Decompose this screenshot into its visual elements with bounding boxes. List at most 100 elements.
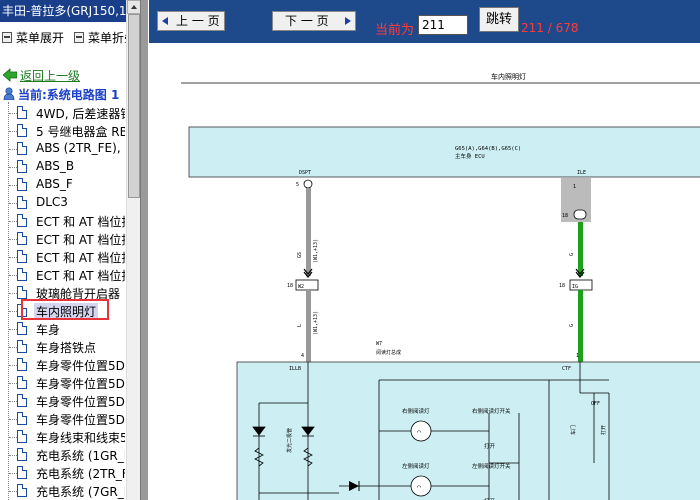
ctf-label: CTF bbox=[562, 366, 571, 372]
tree-item[interactable]: ABS_B bbox=[0, 158, 125, 176]
tree-item-label: 车身零件位置5DR bbox=[36, 359, 125, 373]
panel-splitter[interactable] bbox=[140, 0, 148, 500]
tree-branch-line bbox=[9, 329, 17, 330]
prev-page-button[interactable]: 上 一 页 bbox=[157, 11, 225, 31]
tree-item[interactable]: 车身 bbox=[0, 320, 125, 338]
document-icon bbox=[17, 196, 27, 209]
dspt-terminal bbox=[303, 179, 313, 189]
diagram-title: 车内照明灯 bbox=[491, 72, 526, 81]
menu-scrollbar[interactable] bbox=[126, 0, 141, 500]
document-icon bbox=[17, 160, 27, 173]
document-icon bbox=[17, 448, 27, 461]
tree-item[interactable]: 5 号继电器盒 RBM bbox=[0, 122, 125, 140]
tree-item[interactable]: 4WD, 后差速器锁 bbox=[0, 104, 125, 122]
tree-branch-line bbox=[9, 257, 17, 258]
tree-item[interactable]: 车身零件位置5DR bbox=[0, 410, 125, 428]
tree-branch-line bbox=[9, 275, 17, 276]
tree-item-label: 充电系统 (2TR_F bbox=[36, 467, 125, 481]
document-icon bbox=[17, 214, 27, 227]
current-location-label: 当前:系统电路图 1 bbox=[18, 88, 120, 102]
tree-item[interactable]: 车身零件位置5DR bbox=[0, 374, 125, 392]
tree-item[interactable]: 玻璃舱背开启器 bbox=[0, 284, 125, 302]
wire-lb-label-2: (W1,+13) bbox=[313, 311, 319, 335]
prev-page-label: 上 一 页 bbox=[176, 14, 220, 28]
document-icon bbox=[17, 358, 27, 371]
pin-1b: 1 bbox=[576, 353, 579, 359]
scroll-up-arrow-icon[interactable] bbox=[127, 0, 141, 14]
w7-sub-label: 阅读灯总成 bbox=[376, 349, 401, 356]
right-switch-label: 右侧阅读灯开关 bbox=[472, 407, 511, 415]
right-lamp-label: 右侧阅读灯 bbox=[402, 407, 430, 415]
tree-item-label: 5 号继电器盒 RBM bbox=[36, 125, 125, 139]
next-page-label: 下 一 页 bbox=[285, 14, 329, 28]
tree-branch-line bbox=[9, 113, 17, 114]
document-icon bbox=[17, 106, 27, 119]
tree-item-label: 充电系统 (7GR_F bbox=[36, 485, 125, 499]
document-icon bbox=[17, 340, 27, 353]
left-lamp-label: 左侧阅读灯 bbox=[402, 462, 430, 470]
pin-18a: 18 bbox=[287, 283, 293, 289]
tree-item[interactable]: 充电系统 (2TR_F bbox=[0, 464, 125, 482]
tree-item[interactable]: ABS (2TR_FE), bbox=[0, 140, 125, 158]
tree-item[interactable]: 车身线束和线束5D bbox=[0, 428, 125, 446]
document-icon bbox=[17, 376, 27, 389]
tree-item-label: ECT 和 AT 档位指 bbox=[36, 269, 125, 283]
tree-branch-line bbox=[9, 365, 17, 366]
tree-item[interactable]: 充电系统 (1GR_F bbox=[0, 446, 125, 464]
tree-item[interactable]: ECT 和 AT 档位指 bbox=[0, 248, 125, 266]
w7-label: W7 bbox=[376, 341, 382, 347]
back-link[interactable]: 返回上一级 bbox=[20, 67, 80, 84]
right-triangle-icon bbox=[345, 17, 351, 25]
tree-item-label: 车身零件位置5DR bbox=[36, 377, 125, 391]
scroll-thumb[interactable] bbox=[128, 14, 140, 198]
pin-18c: 18 bbox=[559, 283, 565, 289]
tree-item[interactable]: 充电系统 (7GR_F bbox=[0, 482, 125, 500]
wire-gray-upper bbox=[306, 188, 311, 276]
document-icon bbox=[17, 124, 27, 137]
tree-branch-line bbox=[9, 149, 17, 150]
tree-branch-line bbox=[9, 347, 17, 348]
tree-branch-line bbox=[9, 203, 17, 204]
tree-item[interactable]: 车身搭铁点 bbox=[0, 338, 125, 356]
document-icon bbox=[17, 430, 27, 443]
menu-panel: 丰田-普拉多(GRJ150,152 T 菜单展开 菜单折叠 返回上一级 当前:系… bbox=[0, 0, 148, 500]
expand-menu-button[interactable]: 菜单展开 bbox=[2, 30, 64, 46]
open-label: 打开 bbox=[600, 425, 607, 435]
lamp-left-symbol: ⌒ bbox=[417, 483, 421, 491]
jump-button[interactable]: 跳转 bbox=[479, 7, 519, 32]
content-panel: 上 一 页 下 一 页 当前为 跳转 211 / 678 车内照明灯 G65(A… bbox=[149, 0, 700, 500]
current-page-label: 当前为 bbox=[375, 23, 415, 38]
pin-ile: ILE bbox=[577, 170, 586, 176]
page-number-input[interactable] bbox=[418, 15, 468, 35]
wire-g-label-2: G bbox=[569, 324, 575, 327]
right-switch-on-label: 打开 bbox=[484, 442, 496, 450]
tree-branch-line bbox=[9, 221, 17, 222]
back-arrow-icon[interactable] bbox=[3, 68, 17, 82]
wire-g-label-1: G bbox=[569, 253, 575, 256]
tree-item[interactable]: 车身零件位置5DR bbox=[0, 392, 125, 410]
document-icon bbox=[17, 142, 27, 155]
tree-item[interactable]: 车身零件位置5DR bbox=[0, 356, 125, 374]
tree-branch-line bbox=[9, 239, 17, 240]
ecu-box bbox=[188, 126, 700, 178]
door-label: 车门 bbox=[570, 425, 577, 435]
menu-tree: 4WD, 后差速器锁 5 号继电器盒 RBM ABS (2TR_FE), ABS_B A… bbox=[0, 102, 125, 500]
tree-item-label: 车身零件位置5DR bbox=[36, 395, 125, 409]
expand-menu-label: 菜单展开 bbox=[16, 31, 65, 45]
tree-item-label: 车身线束和线束5D bbox=[36, 431, 125, 445]
tree-branch-line bbox=[9, 491, 17, 492]
wire-green-lower bbox=[578, 290, 583, 362]
wire-l-label: L bbox=[297, 324, 303, 327]
pin-dspt: DSPT bbox=[299, 170, 311, 176]
tree-item-selected[interactable]: 车内照明灯 bbox=[0, 302, 125, 320]
tree-item[interactable]: ECT 和 AT 档位指 bbox=[0, 266, 125, 284]
next-page-button[interactable]: 下 一 页 bbox=[272, 11, 356, 31]
tree-branch-line bbox=[9, 185, 17, 186]
tree-item[interactable]: ECT 和 AT 档位指 bbox=[0, 212, 125, 230]
tree-item[interactable]: ABS_F bbox=[0, 176, 125, 194]
pager-bar: 上 一 页 下 一 页 当前为 跳转 211 / 678 bbox=[149, 0, 700, 43]
pin-18b: 18 bbox=[562, 213, 568, 219]
tree-item[interactable]: ECT 和 AT 档位指 bbox=[0, 230, 125, 248]
tree-item-label: 车身 bbox=[36, 323, 61, 337]
tree-item[interactable]: DLC3 bbox=[0, 194, 125, 212]
